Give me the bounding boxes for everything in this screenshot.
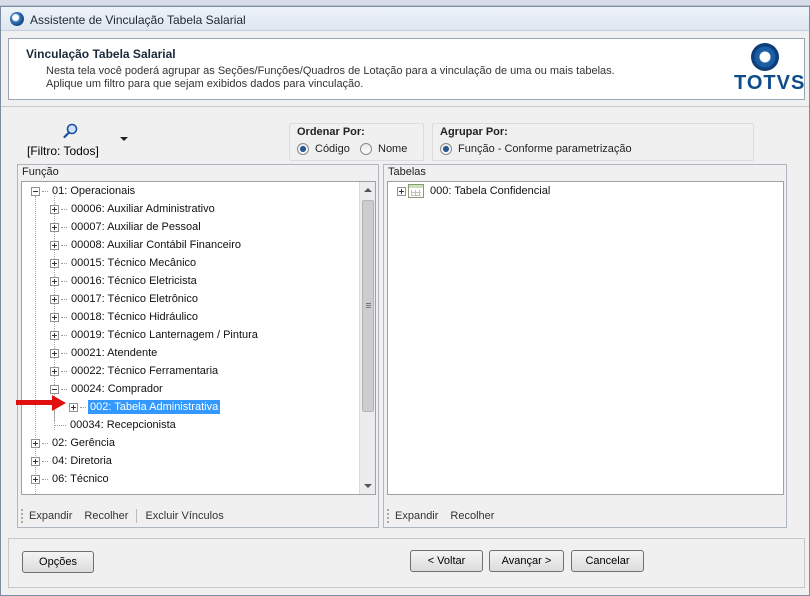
title-bar[interactable]: Assistente de Vinculação Tabela Salarial bbox=[1, 7, 809, 31]
opcoes-button[interactable]: Opções bbox=[22, 551, 94, 573]
expand-toggle-icon[interactable] bbox=[397, 186, 406, 196]
radio-nome-label: Nome bbox=[378, 143, 408, 155]
table-icon bbox=[408, 184, 424, 198]
funcao-panel-title: Função bbox=[22, 166, 59, 178]
expand-toggle-icon[interactable] bbox=[50, 204, 59, 214]
tree-node[interactable]: 00024: Comprador bbox=[50, 380, 165, 398]
scrollbar-thumb[interactable] bbox=[362, 200, 374, 412]
app-icon bbox=[10, 12, 24, 26]
description-line-2: Aplique um filtro para que sejam exibido… bbox=[46, 78, 364, 90]
tree-node[interactable]: 01: Operacionais bbox=[31, 182, 137, 200]
radio-funcao-indicator[interactable] bbox=[440, 143, 452, 155]
voltar-button[interactable]: < Voltar bbox=[410, 550, 483, 572]
recolher-button[interactable]: Recolher bbox=[444, 510, 500, 522]
expand-toggle-icon[interactable] bbox=[50, 348, 59, 358]
tree-node[interactable]: 00022: Técnico Ferramentaria bbox=[50, 362, 220, 380]
chevron-down-icon[interactable] bbox=[120, 137, 128, 141]
search-icon bbox=[63, 123, 78, 139]
totvs-logo-icon bbox=[751, 43, 779, 71]
expand-toggle-icon[interactable] bbox=[50, 258, 59, 268]
tree-node[interactable]: 00015: Técnico Mecânico bbox=[50, 254, 198, 272]
totvs-logo: TOTVS bbox=[734, 43, 806, 97]
radio-codigo[interactable]: Código bbox=[297, 143, 350, 155]
window-title: Assistente de Vinculação Tabela Salarial bbox=[30, 13, 246, 27]
ordenar-group: Ordenar Por: Código Nome bbox=[289, 123, 424, 161]
expand-toggle-icon[interactable] bbox=[50, 240, 59, 250]
tree-node[interactable]: 00007: Auxiliar de Pessoal bbox=[50, 218, 203, 236]
tabelas-toolbar: Expandir Recolher bbox=[385, 508, 500, 524]
tree-node[interactable]: 00017: Técnico Eletrônico bbox=[50, 290, 200, 308]
tree-node[interactable]: 04: Diretoria bbox=[31, 452, 114, 470]
header-separator bbox=[1, 106, 809, 107]
page-description: Nesta tela você poderá agrupar as Seções… bbox=[46, 65, 615, 91]
radio-nome-indicator[interactable] bbox=[360, 143, 372, 155]
ordenar-title: Ordenar Por: bbox=[297, 126, 365, 138]
tabelas-tree[interactable]: 000: Tabela Confidencial bbox=[387, 181, 784, 495]
expandir-button[interactable]: Expandir bbox=[23, 510, 78, 522]
expand-toggle-icon[interactable] bbox=[50, 294, 59, 304]
collapse-toggle-icon[interactable] bbox=[31, 186, 40, 196]
tree-node[interactable]: 02: Gerência bbox=[31, 434, 117, 452]
tree-node[interactable]: 00016: Técnico Eletricista bbox=[50, 272, 199, 290]
expand-toggle-icon[interactable] bbox=[50, 330, 59, 340]
tabelas-panel-title: Tabelas bbox=[388, 166, 426, 178]
radio-codigo-label: Código bbox=[315, 143, 350, 155]
scroll-down-arrow-icon[interactable] bbox=[360, 478, 375, 494]
funcao-panel: Função 01: Operacionais 00006: Auxiliar … bbox=[17, 164, 379, 528]
expand-toggle-icon[interactable] bbox=[69, 402, 78, 412]
wizard-header: Vinculação Tabela Salarial Nesta tela vo… bbox=[8, 38, 805, 100]
description-line-1: Nesta tela você poderá agrupar as Seções… bbox=[46, 65, 615, 77]
tree-node-selected[interactable]: 002: Tabela Administrativa bbox=[69, 398, 221, 416]
tree-node[interactable]: 000: Tabela Confidencial bbox=[397, 182, 552, 200]
tree-node[interactable]: 00006: Auxiliar Administrativo bbox=[50, 200, 217, 218]
tabelas-panel: Tabelas 000: Tabela Confidencial Expandi… bbox=[383, 164, 787, 528]
filter-dropdown[interactable]: [Filtro: Todos] bbox=[26, 119, 136, 159]
radio-nome[interactable]: Nome bbox=[360, 143, 407, 155]
red-arrow-annotation bbox=[16, 395, 66, 411]
scroll-up-arrow-icon[interactable] bbox=[360, 182, 375, 198]
recolher-button[interactable]: Recolher bbox=[78, 510, 134, 522]
agrupar-title: Agrupar Por: bbox=[440, 126, 508, 138]
agrupar-group: Agrupar Por: Função - Conforme parametri… bbox=[432, 123, 754, 161]
excluir-vinculos-button[interactable]: Excluir Vínculos bbox=[139, 510, 229, 522]
tree-node[interactable]: 00008: Auxiliar Contábil Financeiro bbox=[50, 236, 243, 254]
expand-toggle-icon[interactable] bbox=[50, 222, 59, 232]
tree-node[interactable]: 00034: Recepcionista bbox=[54, 416, 178, 434]
expand-toggle-icon[interactable] bbox=[31, 474, 40, 484]
radio-funcao-label: Função - Conforme parametrização bbox=[458, 143, 632, 155]
wizard-footer bbox=[8, 538, 805, 588]
totvs-logo-text: TOTVS bbox=[734, 72, 806, 94]
radio-funcao[interactable]: Função - Conforme parametrização bbox=[440, 143, 632, 155]
funcao-toolbar: Expandir Recolher Excluir Vínculos bbox=[19, 508, 230, 524]
tree-node[interactable]: 00019: Técnico Lanternagem / Pintura bbox=[50, 326, 260, 344]
avancar-button[interactable]: Avançar > bbox=[489, 550, 564, 572]
collapse-toggle-icon[interactable] bbox=[50, 384, 59, 394]
wizard-window: Assistente de Vinculação Tabela Salarial… bbox=[0, 6, 810, 596]
tree-node[interactable]: 00021: Atendente bbox=[50, 344, 159, 362]
expand-toggle-icon[interactable] bbox=[50, 276, 59, 286]
expand-toggle-icon[interactable] bbox=[50, 366, 59, 376]
tree-node[interactable]: 06: Técnico bbox=[31, 470, 111, 488]
cancelar-button[interactable]: Cancelar bbox=[571, 550, 644, 572]
expand-toggle-icon[interactable] bbox=[31, 438, 40, 448]
toolbar-divider bbox=[136, 509, 138, 523]
tree-node[interactable]: 00018: Técnico Hidráulico bbox=[50, 308, 200, 326]
radio-codigo-indicator[interactable] bbox=[297, 143, 309, 155]
page-title: Vinculação Tabela Salarial bbox=[26, 47, 176, 61]
vertical-scrollbar[interactable] bbox=[359, 182, 375, 494]
expand-toggle-icon[interactable] bbox=[31, 456, 40, 466]
filter-label: [Filtro: Todos] bbox=[27, 144, 99, 158]
expand-toggle-icon[interactable] bbox=[50, 312, 59, 322]
funcao-tree[interactable]: 01: Operacionais 00006: Auxiliar Adminis… bbox=[21, 181, 376, 495]
expandir-button[interactable]: Expandir bbox=[389, 510, 444, 522]
